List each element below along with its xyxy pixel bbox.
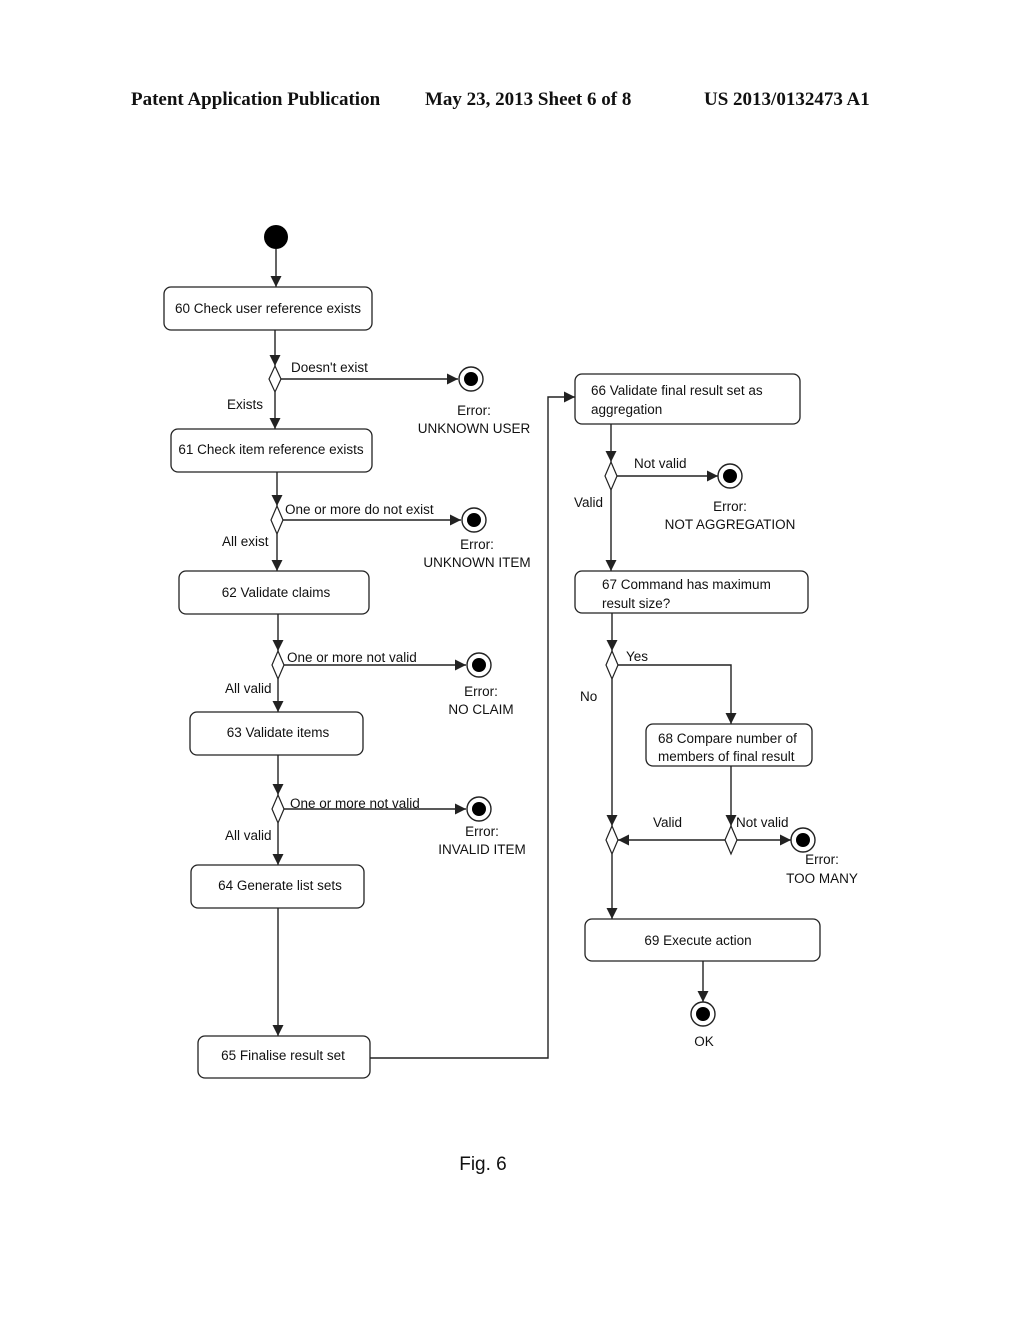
guard-label: One or more do not exist bbox=[285, 502, 434, 517]
activity-66-label: aggregation bbox=[591, 402, 662, 417]
end-node-dot bbox=[472, 658, 486, 672]
activity-diagram: 60 Check user reference exists Doesn't e… bbox=[163, 225, 858, 1175]
end-label: Error: bbox=[465, 824, 499, 839]
guard-label: One or more not valid bbox=[290, 796, 420, 811]
end-label: Error: bbox=[805, 852, 839, 867]
activity-67-label: 67 Command has maximum bbox=[602, 577, 771, 592]
end-label: UNKNOWN ITEM bbox=[423, 555, 530, 570]
guard-label: All valid bbox=[225, 828, 272, 843]
end-node-dot bbox=[696, 1007, 710, 1021]
end-label: Error: bbox=[457, 403, 491, 418]
activity-63-label: 63 Validate items bbox=[227, 725, 330, 740]
decision-diamond-icon bbox=[724, 824, 738, 856]
decision-diamond-icon bbox=[605, 649, 619, 681]
guard-label: All valid bbox=[225, 681, 272, 696]
activity-66-label: 66 Validate final result set as bbox=[591, 383, 763, 398]
guard-label: Doesn't exist bbox=[291, 360, 368, 375]
end-node-dot bbox=[464, 372, 478, 386]
guard-label: Yes bbox=[626, 649, 648, 664]
end-label: Error: bbox=[460, 537, 494, 552]
guard-label: Valid bbox=[653, 815, 682, 830]
activity-67-label: result size? bbox=[602, 596, 670, 611]
end-node-dot bbox=[723, 469, 737, 483]
activity-60-label: 60 Check user reference exists bbox=[175, 301, 361, 316]
end-label: UNKNOWN USER bbox=[418, 421, 531, 436]
guard-label: No bbox=[580, 689, 597, 704]
activity-68-label: 68 Compare number of bbox=[658, 731, 797, 746]
figure-caption: Fig. 6 bbox=[459, 1154, 507, 1175]
end-node-dot bbox=[467, 513, 481, 527]
start-node-icon bbox=[264, 225, 288, 249]
activity-65-label: 65 Finalise result set bbox=[221, 1048, 345, 1063]
guard-label: All exist bbox=[222, 534, 269, 549]
decision-diamond-icon bbox=[271, 649, 285, 681]
activity-64-label: 64 Generate list sets bbox=[218, 878, 342, 893]
guard-label: Not valid bbox=[634, 456, 687, 471]
guard-label: Valid bbox=[574, 495, 603, 510]
activity-68-label: members of final result bbox=[658, 749, 795, 764]
end-label: Error: bbox=[713, 499, 747, 514]
merge-diamond-icon bbox=[605, 824, 619, 856]
guard-label: Exists bbox=[227, 397, 263, 412]
end-label: NOT AGGREGATION bbox=[665, 517, 796, 532]
guard-label: Not valid bbox=[736, 815, 789, 830]
decision-diamond-icon bbox=[270, 504, 284, 536]
decision-diamond-icon bbox=[271, 793, 285, 825]
decision-diamond-icon bbox=[604, 460, 618, 492]
decision-diamond-icon bbox=[268, 364, 282, 394]
end-label: OK bbox=[694, 1034, 714, 1049]
flow-arrow bbox=[618, 664, 737, 724]
activity-69-label: 69 Execute action bbox=[644, 933, 751, 948]
activity-62-label: 62 Validate claims bbox=[222, 585, 331, 600]
end-label: Error: bbox=[464, 684, 498, 699]
flow-arrow bbox=[370, 391, 575, 1059]
end-label: NO CLAIM bbox=[448, 702, 513, 717]
end-label: TOO MANY bbox=[786, 871, 858, 886]
end-label: INVALID ITEM bbox=[438, 842, 526, 857]
end-node-dot bbox=[796, 833, 810, 847]
guard-label: One or more not valid bbox=[287, 650, 417, 665]
activity-61-label: 61 Check item reference exists bbox=[178, 442, 364, 457]
end-node-dot bbox=[472, 802, 486, 816]
